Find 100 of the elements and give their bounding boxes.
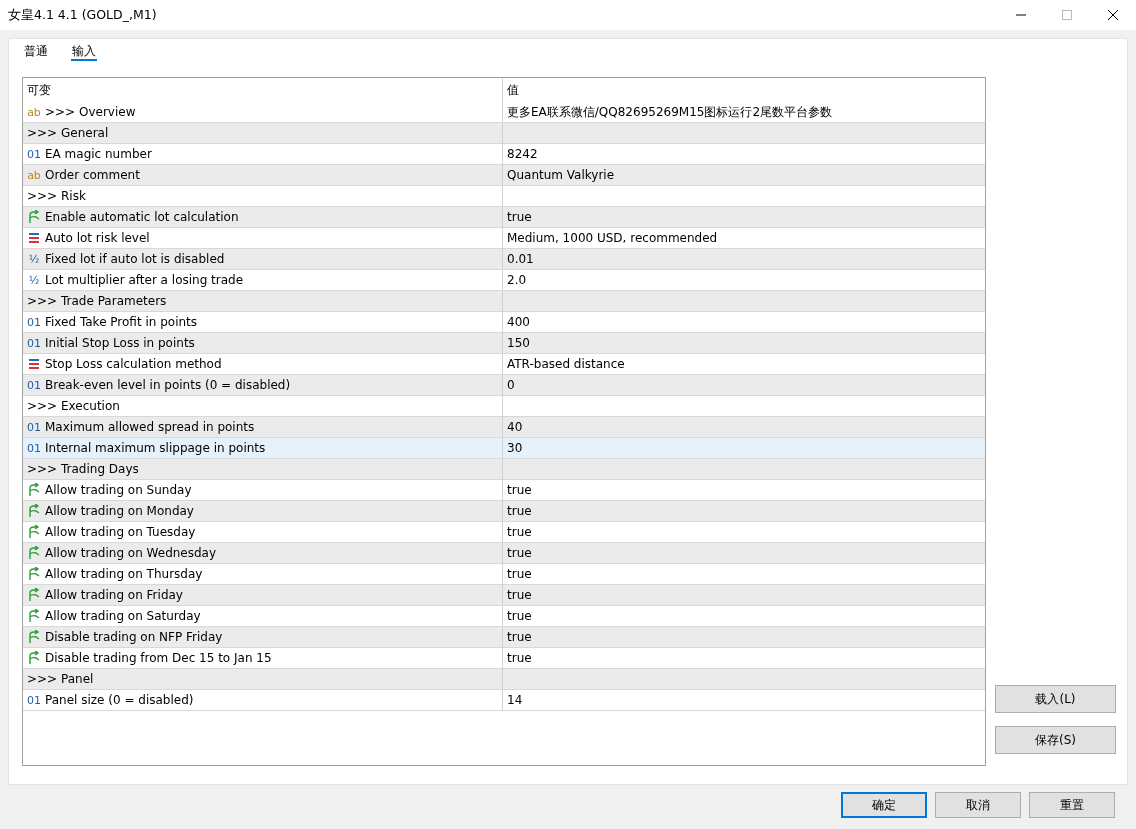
parameter-value[interactable]: true: [507, 609, 532, 623]
table-row[interactable]: >>> Trading Days: [23, 459, 985, 480]
parameter-name: Disable trading from Dec 15 to Jan 15: [45, 651, 272, 665]
parameter-value[interactable]: 更多EA联系微信/QQ82695269M15图标运行2尾数平台参数: [507, 103, 833, 121]
table-row[interactable]: >>> Trade Parameters: [23, 291, 985, 312]
type-icon: 01: [27, 378, 41, 392]
type-icon: 01: [27, 315, 41, 329]
parameter-value[interactable]: true: [507, 651, 532, 665]
table-row[interactable]: Allow trading on Wednesday true: [23, 543, 985, 564]
arrow-icon: [27, 609, 41, 623]
parameter-value[interactable]: true: [507, 588, 532, 602]
type-icon: 01: [27, 420, 41, 434]
parameter-name: >>> Trade Parameters: [27, 294, 167, 308]
parameter-value[interactable]: 0.01: [507, 252, 534, 266]
arrow-icon: [27, 588, 41, 602]
type-icon: 01: [27, 147, 41, 161]
parameter-name: Initial Stop Loss in points: [45, 336, 195, 350]
table-row[interactable]: >>> Panel: [23, 669, 985, 690]
parameter-value[interactable]: true: [507, 525, 532, 539]
arrow-icon: [27, 504, 41, 518]
parameter-name: Lot multiplier after a losing trade: [45, 273, 244, 287]
parameter-name: EA magic number: [45, 147, 152, 161]
table-row[interactable]: ½ Fixed lot if auto lot is disabled 0.01: [23, 249, 985, 270]
parameter-name: >>> Execution: [27, 399, 120, 413]
parameter-name: Maximum allowed spread in points: [45, 420, 255, 434]
parameter-name: Allow trading on Thursday: [45, 567, 203, 581]
arrow-icon: [27, 210, 41, 224]
parameter-value[interactable]: 30: [507, 441, 523, 455]
tab[interactable]: 输入: [71, 43, 97, 61]
parameter-value[interactable]: true: [507, 567, 532, 581]
table-row[interactable]: 01 Panel size (0 = disabled) 14: [23, 690, 985, 711]
arrow-icon: [27, 525, 41, 539]
parameter-value[interactable]: 2.0: [507, 273, 527, 287]
parameter-name: Allow trading on Sunday: [45, 483, 192, 497]
parameter-value[interactable]: 40: [507, 420, 523, 434]
arrow-icon: [27, 630, 41, 644]
table-row[interactable]: Allow trading on Friday true: [23, 585, 985, 606]
parameter-name: Auto lot risk level: [45, 231, 150, 245]
type-icon: ½: [27, 252, 41, 266]
parameter-value[interactable]: 150: [507, 336, 530, 350]
parameter-name: Allow trading on Wednesday: [45, 546, 217, 560]
parameter-value[interactable]: true: [507, 546, 532, 560]
parameter-value[interactable]: ATR-based distance: [507, 357, 625, 371]
arrow-icon: [27, 567, 41, 581]
table-row[interactable]: ab Order comment Quantum Valkyrie: [23, 165, 985, 186]
side-button[interactable]: 载入(L): [995, 685, 1116, 713]
parameter-name: Allow trading on Tuesday: [45, 525, 196, 539]
parameter-value[interactable]: 8242: [507, 147, 538, 161]
type-icon: 01: [27, 441, 41, 455]
type-icon: ½: [27, 273, 41, 287]
arrow-icon: [27, 483, 41, 497]
parameter-name: Internal maximum slippage in points: [45, 441, 266, 455]
type-icon: 01: [27, 336, 41, 350]
parameter-name: Fixed Take Profit in points: [45, 315, 198, 329]
parameter-name: >>> Risk: [27, 189, 86, 203]
tab[interactable]: 普通: [23, 43, 49, 61]
parameter-name: Enable automatic lot calculation: [45, 210, 239, 224]
parameter-name: Break-even level in points (0 = disabled): [45, 378, 291, 392]
column-header: 可变: [23, 78, 503, 102]
arrow-icon: [27, 651, 41, 665]
table-row[interactable]: 01 Maximum allowed spread in points 40: [23, 417, 985, 438]
parameter-name: >>> General: [27, 126, 109, 140]
type-icon: ab: [27, 105, 41, 119]
parameter-name: Fixed lot if auto lot is disabled: [45, 252, 225, 266]
table-row[interactable]: Disable trading on NFP Friday true: [23, 627, 985, 648]
table-row[interactable]: 01 Initial Stop Loss in points 150: [23, 333, 985, 354]
type-icon: ab: [27, 168, 41, 182]
table-row[interactable]: 01 Internal maximum slippage in points 30: [23, 438, 985, 459]
window-title: 女皇4.1 4.1 (GOLD_,M1): [8, 6, 158, 24]
parameter-value[interactable]: true: [507, 483, 532, 497]
dialog-button[interactable]: 确定: [841, 792, 927, 818]
parameter-value[interactable]: 0: [507, 378, 515, 392]
parameter-name: >>> Overview: [45, 105, 136, 119]
parameter-name: >>> Panel: [27, 672, 94, 686]
parameter-name: Order comment: [45, 168, 140, 182]
dialog-button[interactable]: 重置: [1029, 792, 1115, 818]
parameter-value[interactable]: true: [507, 504, 532, 518]
dialog-button[interactable]: 取消: [935, 792, 1021, 818]
column-header: 值: [506, 81, 520, 99]
list-icon: [27, 358, 41, 370]
type-icon: 01: [27, 693, 41, 707]
table-row[interactable]: >>> General: [23, 123, 985, 144]
side-button[interactable]: 保存(S): [995, 726, 1116, 754]
parameter-value[interactable]: Quantum Valkyrie: [507, 168, 615, 182]
parameter-name: Allow trading on Monday: [45, 504, 194, 518]
table-row[interactable]: Enable automatic lot calculation true: [23, 207, 985, 228]
parameter-value[interactable]: 400: [507, 315, 530, 329]
parameter-value[interactable]: true: [507, 210, 532, 224]
parameter-name: Allow trading on Friday: [45, 588, 183, 602]
parameter-name: Stop Loss calculation method: [45, 357, 222, 371]
parameter-name: Disable trading on NFP Friday: [45, 630, 223, 644]
arrow-icon: [27, 546, 41, 560]
parameter-value[interactable]: true: [507, 630, 532, 644]
parameter-name: Allow trading on Saturday: [45, 609, 201, 623]
table-row[interactable]: Allow trading on Monday true: [23, 501, 985, 522]
parameter-value[interactable]: Medium, 1000 USD, recommended: [507, 231, 718, 245]
parameter-value[interactable]: 14: [507, 693, 523, 707]
table-row[interactable]: 01 Break-even level in points (0 = disabled) 0: [23, 375, 985, 396]
parameter-name: Panel size (0 = disabled): [45, 693, 194, 707]
list-icon: [27, 232, 41, 244]
